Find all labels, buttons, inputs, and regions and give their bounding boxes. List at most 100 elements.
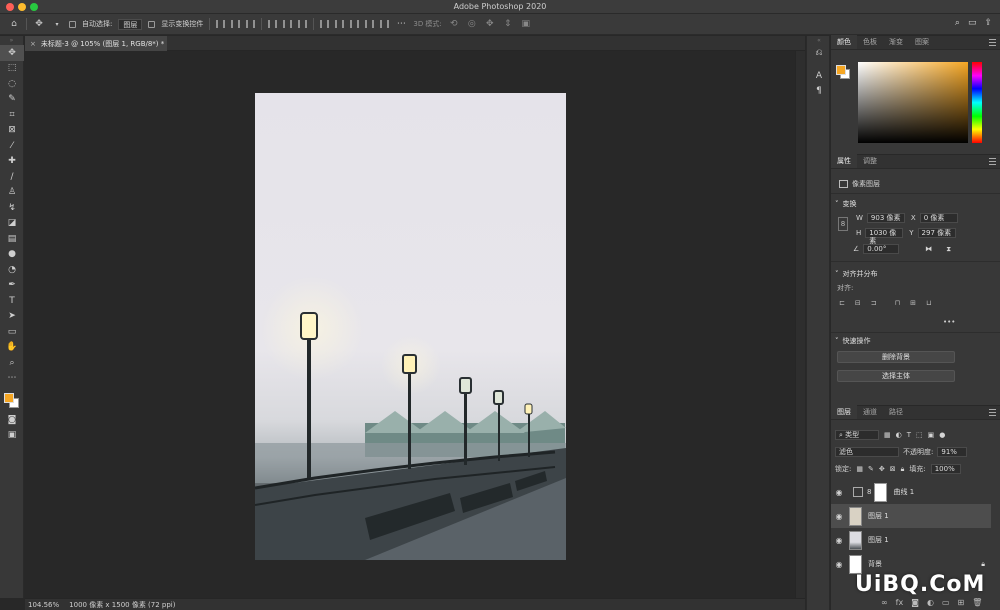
blur-tool-icon[interactable]: ● [0, 247, 24, 263]
remove-background-button[interactable]: 删除背景 [837, 351, 955, 363]
panel-grip[interactable]: » [0, 36, 23, 45]
new-adjustment-icon[interactable]: ◐ [927, 598, 934, 607]
history-panel-icon[interactable]: ⎌ [807, 45, 831, 60]
clone-stamp-tool-icon[interactable]: ♙ [0, 185, 24, 201]
more-options-icon[interactable]: ••• [943, 318, 955, 326]
transform-section-header[interactable]: ˅ 变换 [835, 199, 857, 209]
search-icon[interactable]: ⌕ [955, 18, 960, 28]
document-tab[interactable]: × 未标题-3 @ 105% (图层 1, RGB/8*) * [25, 36, 167, 51]
align-top-edges-icon[interactable] [268, 20, 278, 28]
quick-mask-icon[interactable]: ◙ [0, 412, 24, 428]
frame-tool-icon[interactable]: ⊠ [0, 123, 24, 139]
visibility-eye-icon[interactable]: ◉ [831, 536, 847, 545]
layer-row[interactable]: ◉ 8 曲线 1 [831, 480, 991, 504]
tab-gradients[interactable]: 渐变 [883, 35, 909, 49]
filter-pixel-icon[interactable]: ▦ [884, 431, 891, 439]
tab-adjustments[interactable]: 调整 [857, 154, 883, 168]
distribute-centers-icon[interactable] [335, 20, 345, 28]
move-tool-icon[interactable]: ✥ [0, 45, 24, 61]
zoom-level[interactable]: 104.56% [28, 601, 59, 609]
auto-select-dropdown[interactable]: 图层 [118, 18, 143, 30]
blend-mode-dropdown[interactable]: 滤色 [835, 447, 899, 457]
opacity-input[interactable]: 91% [937, 447, 968, 457]
character-panel-icon[interactable]: A [807, 68, 831, 83]
eraser-tool-icon[interactable]: ◪ [0, 216, 24, 232]
eyedropper-tool-icon[interactable]: ⁄ [0, 138, 24, 154]
align-left-edges-icon[interactable] [216, 20, 226, 28]
new-layer-icon[interactable]: ⊞ [958, 598, 965, 607]
color-field[interactable] [858, 62, 968, 143]
visibility-eye-icon[interactable]: ◉ [831, 560, 847, 569]
visibility-eye-icon[interactable]: ◉ [831, 488, 847, 497]
lock-all-icon[interactable]: 🔒︎ [901, 465, 905, 474]
distribute-top-icon[interactable] [320, 20, 330, 28]
align-left-icon[interactable]: ⊏ [839, 299, 845, 307]
workspace-icon[interactable]: ▭ [968, 18, 977, 28]
home-icon[interactable]: ⌂ [8, 18, 20, 30]
flip-vertical-icon[interactable]: ⧗ [946, 245, 951, 254]
layer-mask-thumbnail[interactable] [874, 482, 888, 502]
vertical-scrollbar[interactable] [795, 51, 805, 598]
chevron-down-icon[interactable]: ▾ [51, 18, 63, 30]
quick-actions-header[interactable]: ˅ 快速操作 [835, 336, 871, 346]
width-input[interactable]: 903 像素 [866, 213, 905, 223]
link-layers-icon[interactable]: ∞ [881, 598, 888, 607]
tab-color[interactable]: 颜色 [831, 35, 857, 49]
document-canvas-image[interactable] [255, 93, 566, 560]
mask-link-icon[interactable]: 8 [867, 488, 871, 496]
tab-patterns[interactable]: 图案 [909, 35, 935, 49]
3d-pan-icon[interactable]: ✥ [484, 18, 496, 30]
pen-tool-icon[interactable]: ✒ [0, 278, 24, 294]
visibility-eye-icon[interactable]: ◉ [831, 512, 847, 521]
fill-input[interactable]: 100% [930, 464, 961, 474]
brush-tool-icon[interactable]: ∕ [0, 169, 24, 185]
y-input[interactable]: 297 像素 [917, 228, 956, 238]
height-input[interactable]: 1030 像素 [865, 228, 904, 245]
tab-paths[interactable]: 路径 [883, 405, 909, 419]
screen-mode-icon[interactable]: ▣ [0, 428, 24, 444]
filter-shape-icon[interactable]: ⬚ [916, 431, 923, 439]
lock-transparent-icon[interactable]: ▦ [856, 465, 863, 473]
filter-adjustment-icon[interactable]: ◐ [896, 431, 902, 439]
hue-slider[interactable] [972, 62, 982, 143]
new-group-icon[interactable]: ▭ [942, 598, 950, 607]
align-middle-icon[interactable]: ⊞ [910, 299, 916, 307]
panel-grip[interactable]: « [807, 36, 831, 45]
panel-menu-icon[interactable] [989, 158, 996, 165]
foreground-color-swatch[interactable] [4, 393, 14, 403]
tab-swatches[interactable]: 色板 [857, 35, 883, 49]
layer-row[interactable]: ◉ 图层 1 [831, 528, 991, 552]
share-icon[interactable]: ⇪ [984, 18, 992, 28]
align-section-header[interactable]: ˅ 对齐并分布 [835, 269, 878, 279]
distribute-right-icon[interactable] [380, 20, 390, 28]
3d-slide-icon[interactable]: ⇕ [502, 18, 514, 30]
select-subject-button[interactable]: 选择主体 [837, 370, 955, 382]
tab-properties[interactable]: 属性 [831, 154, 857, 168]
marquee-tool-icon[interactable]: ⬚ [0, 61, 24, 77]
align-right-edges-icon[interactable] [246, 20, 256, 28]
type-tool-icon[interactable]: T [0, 293, 24, 309]
angle-input[interactable]: 0.00° [863, 244, 900, 254]
move-tool-icon[interactable]: ✥ [33, 18, 45, 30]
layer-style-icon[interactable]: fx [896, 598, 904, 607]
quick-select-tool-icon[interactable]: ✎ [0, 92, 24, 108]
distribute-left-icon[interactable] [365, 20, 375, 28]
3d-roll-icon[interactable]: ◎ [466, 18, 478, 30]
dodge-tool-icon[interactable]: ◔ [0, 262, 24, 278]
lock-position-icon[interactable]: ✥ [879, 465, 885, 473]
3d-scale-icon[interactable]: ▣ [520, 18, 532, 30]
lock-artboard-icon[interactable]: ⊠ [890, 465, 896, 473]
path-selection-tool-icon[interactable]: ➤ [0, 309, 24, 325]
distribute-bottom-icon[interactable] [350, 20, 360, 28]
rectangle-tool-icon[interactable]: ▭ [0, 324, 24, 340]
more-options-icon[interactable]: ⋯ [395, 18, 407, 30]
flip-horizontal-icon[interactable]: ⧓ [925, 245, 932, 253]
filter-type-icon[interactable]: T [907, 431, 911, 439]
align-bottom-edges-icon[interactable] [298, 20, 308, 28]
layer-filter-dropdown[interactable]: ⌕ 类型 [835, 430, 879, 440]
align-horizontal-centers-icon[interactable] [231, 20, 241, 28]
delete-layer-icon[interactable]: 🗑︎ [972, 598, 982, 607]
show-transform-checkbox[interactable] [148, 20, 156, 28]
align-vertical-centers-icon[interactable] [283, 20, 293, 28]
align-right-icon[interactable]: ⊐ [871, 299, 877, 307]
